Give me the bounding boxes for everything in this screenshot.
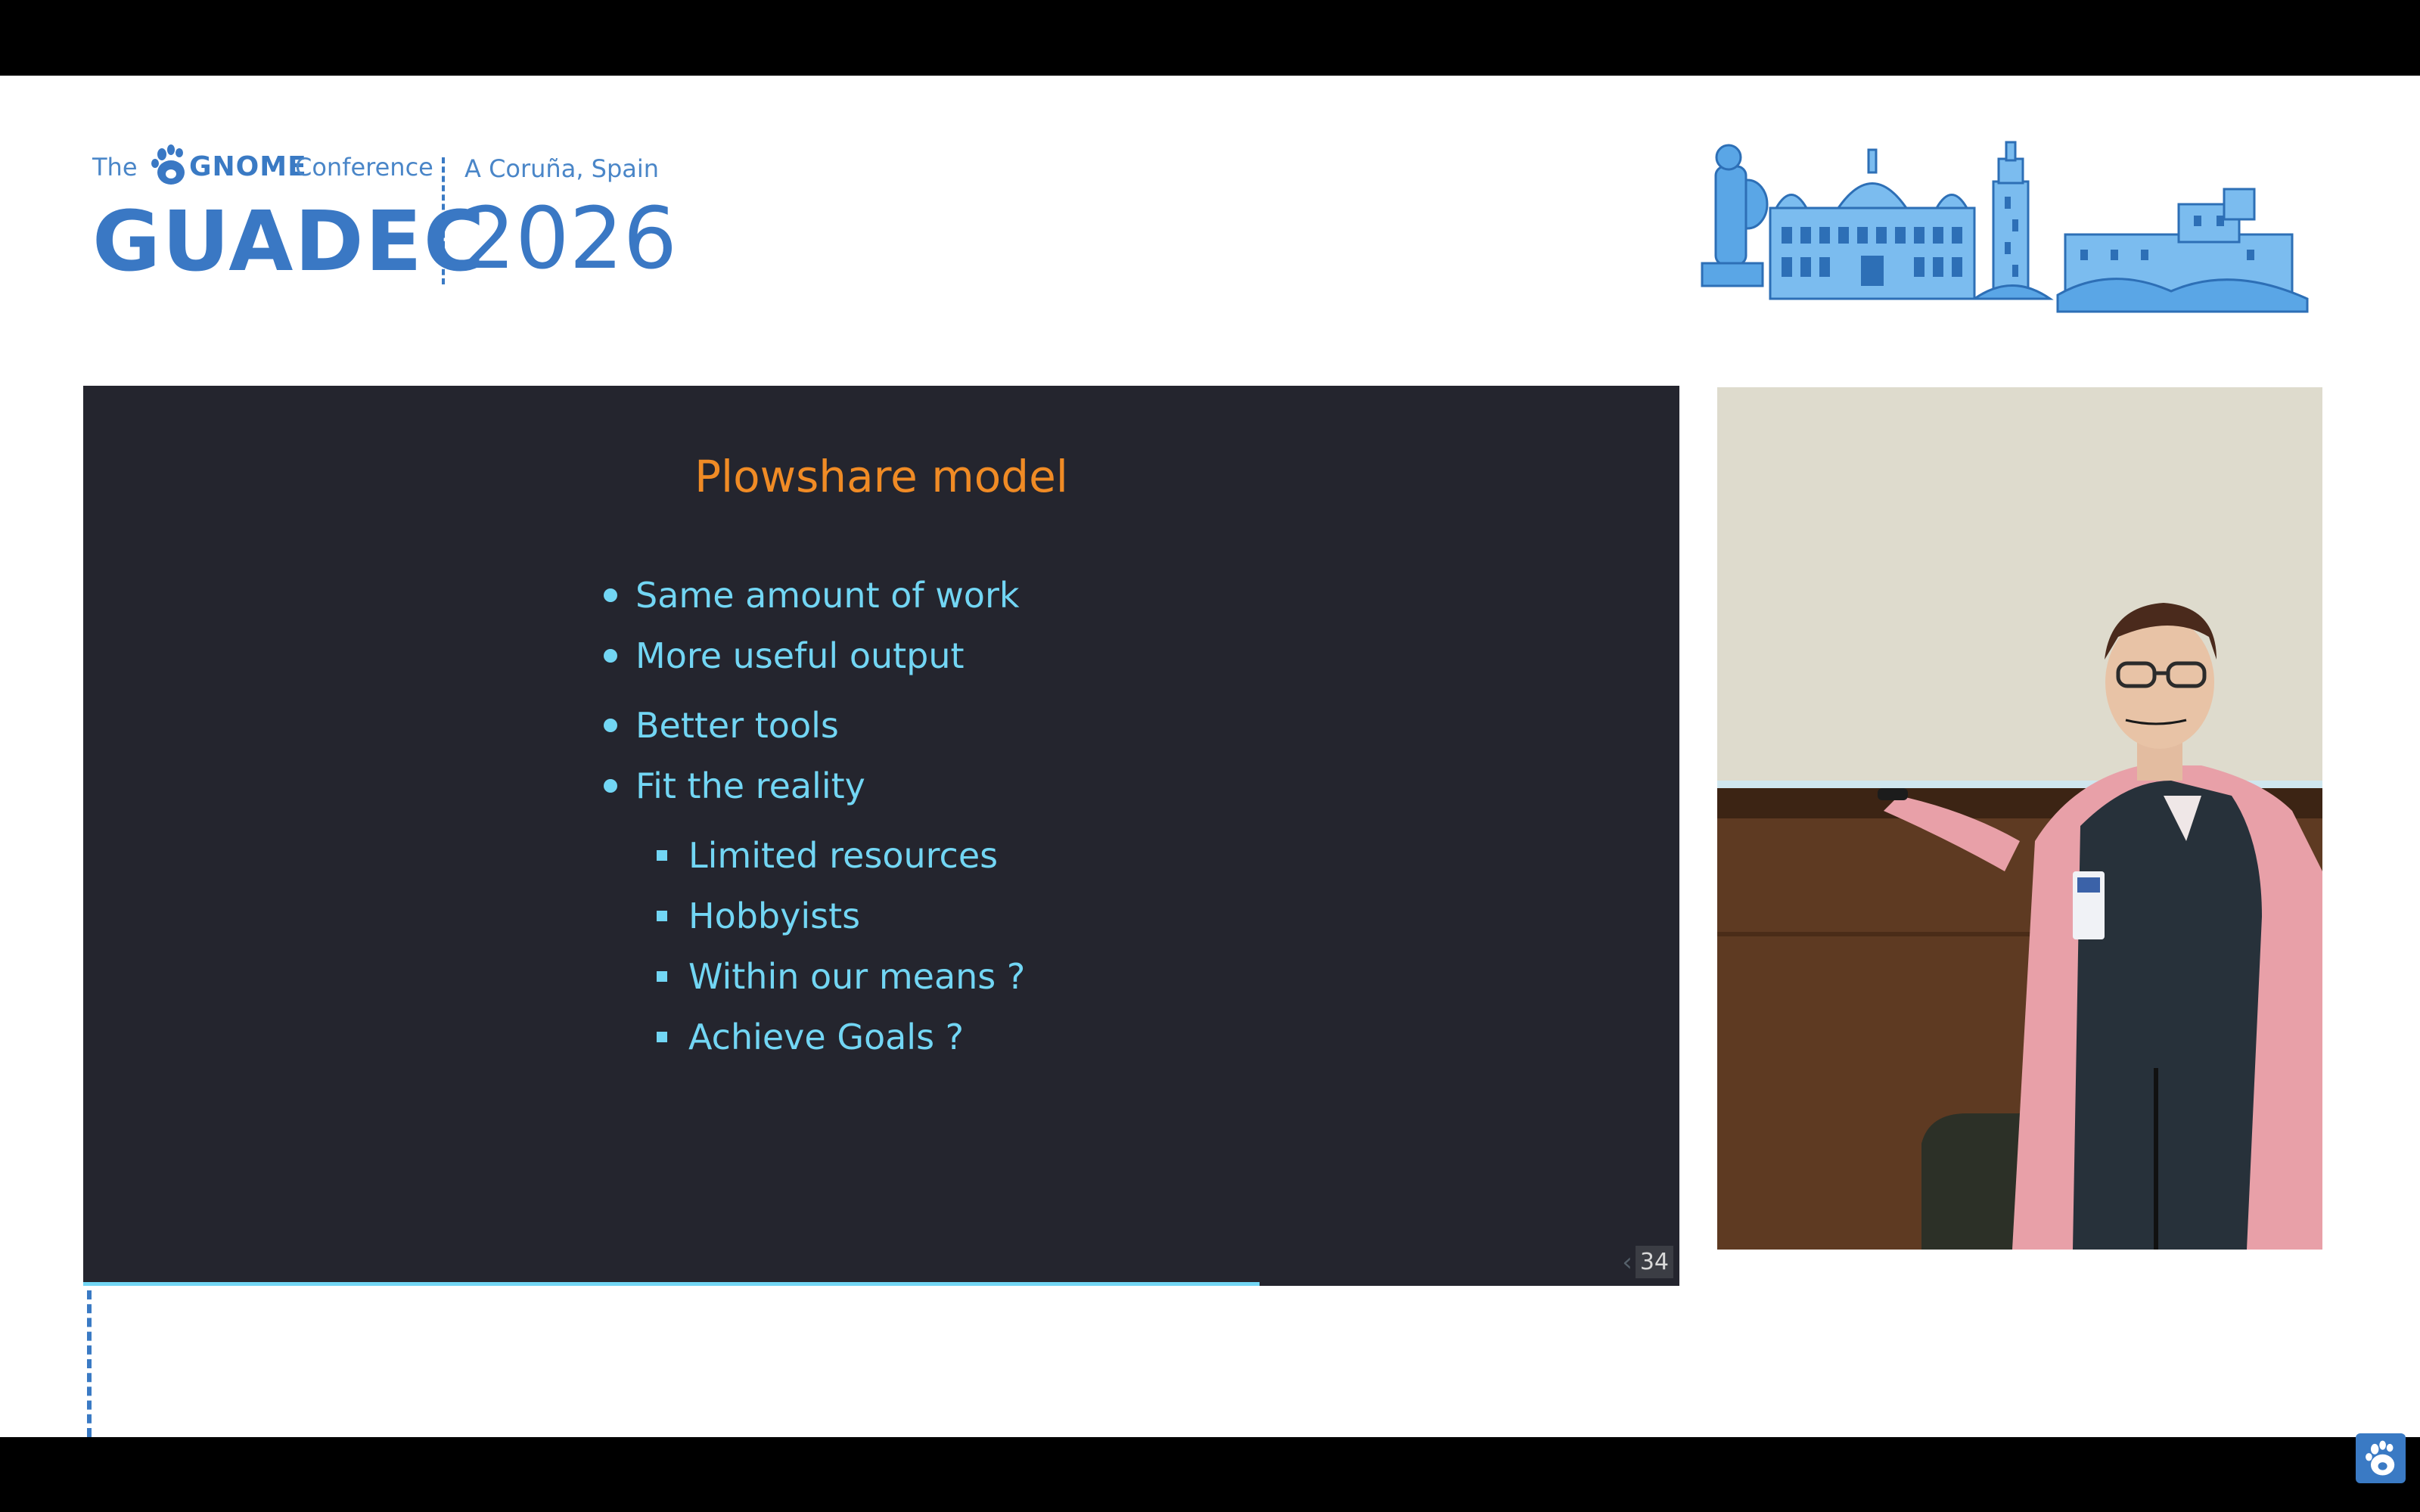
a-coruna-skyline-illustration xyxy=(1701,141,2309,313)
gnome-wordmark: GNOME xyxy=(189,151,307,182)
bullet-square-icon xyxy=(657,1031,667,1042)
list-item: Same amount of work xyxy=(604,578,1020,613)
presentation-slide: Plowshare model Same amount of work More… xyxy=(83,386,1679,1286)
letterbox-top xyxy=(0,0,2420,76)
decorative-dashed-line xyxy=(87,1290,92,1437)
list-item: Achieve Goals ? xyxy=(657,1020,964,1054)
brand-location: A Coruña, Spain xyxy=(464,154,660,183)
event-name: GUADEC xyxy=(92,193,486,290)
slide-navigation[interactable]: ‹ 34 xyxy=(1622,1246,1673,1278)
bullet-dot-icon xyxy=(604,648,617,663)
list-item: Within our means ? xyxy=(657,959,1025,994)
list-item: Limited resources xyxy=(657,838,998,873)
list-item: Hobbyists xyxy=(657,899,860,933)
slide-page-number: 34 xyxy=(1635,1246,1673,1278)
bullet-square-icon xyxy=(657,970,667,982)
gnome-foot-icon xyxy=(2366,1440,2395,1476)
bullet-dot-icon xyxy=(604,588,617,602)
list-item: Better tools xyxy=(604,708,839,743)
list-item: Fit the reality xyxy=(604,768,865,803)
speaker-video-image xyxy=(1717,387,2322,1250)
gnome-logo-icon xyxy=(2356,1433,2406,1483)
brand-conference-text: Conference xyxy=(295,153,433,182)
chevron-left-icon[interactable]: ‹ xyxy=(1622,1247,1632,1278)
bullet-square-icon xyxy=(657,849,667,861)
event-year: 2026 xyxy=(461,190,678,288)
slide-progress-bar xyxy=(83,1282,1260,1286)
slide-bullet-list: Same amount of work More useful output B… xyxy=(83,386,1679,1286)
speaker-camera-feed xyxy=(1717,387,2322,1250)
bullet-dot-icon xyxy=(604,718,617,732)
bullet-dot-icon xyxy=(604,778,617,793)
guadec-branding: The GNOME Conference A Coruña, Spain GUA… xyxy=(92,142,677,293)
list-item: More useful output xyxy=(604,638,965,673)
gnome-foot-icon xyxy=(151,144,185,185)
brand-the-text: The xyxy=(92,153,138,182)
letterbox-bottom xyxy=(0,1437,2420,1512)
bullet-square-icon xyxy=(657,910,667,921)
